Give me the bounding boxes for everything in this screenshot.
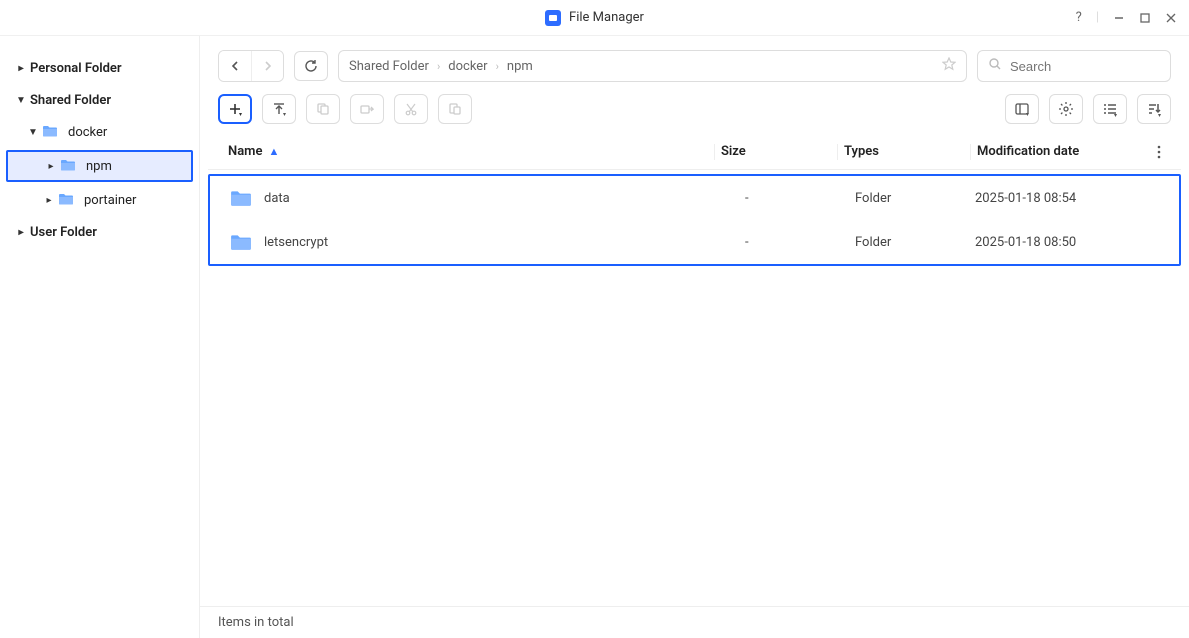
- favorite-star-icon[interactable]: [942, 57, 956, 75]
- panel-toggle-button[interactable]: [1005, 94, 1039, 124]
- toolbar-nav-row: Shared Folder › docker › npm: [200, 36, 1189, 90]
- status-text: Items in total: [218, 615, 294, 630]
- statusbar: Items in total: [200, 606, 1189, 638]
- chevron-right-icon[interactable]: ▸: [12, 63, 30, 74]
- sidebar-item-user-folder[interactable]: ▸User Folder: [0, 216, 199, 248]
- chevron-down-icon[interactable]: ▼: [24, 127, 42, 138]
- file-date: 2025-01-18 08:50: [975, 235, 1145, 250]
- divider: [970, 144, 971, 160]
- sidebar-item-personal-folder[interactable]: ▸Personal Folder: [0, 52, 199, 84]
- content-area: Shared Folder › docker › npm: [200, 36, 1189, 638]
- divider: [837, 144, 838, 160]
- file-type: Folder: [855, 235, 975, 250]
- column-menu-button[interactable]: [1147, 145, 1171, 159]
- divider: |: [1096, 10, 1099, 25]
- nav-back-button[interactable]: [219, 51, 251, 81]
- sidebar-item-label: Shared Folder: [30, 93, 111, 108]
- search-input[interactable]: [1010, 59, 1160, 74]
- cut-button[interactable]: [394, 94, 428, 124]
- search-icon: [988, 57, 1002, 75]
- maximize-button[interactable]: [1139, 12, 1151, 24]
- file-size: -: [745, 235, 855, 250]
- breadcrumb-segment[interactable]: docker: [448, 59, 487, 74]
- titlebar: File Manager ? |: [0, 0, 1189, 36]
- table-row[interactable]: letsencrypt -Folder2025-01-18 08:50: [210, 220, 1179, 264]
- sort-button[interactable]: [1137, 94, 1171, 124]
- settings-button[interactable]: [1049, 94, 1083, 124]
- refresh-button[interactable]: [294, 51, 328, 81]
- chevron-right-icon[interactable]: ▸: [42, 161, 60, 172]
- chevron-right-icon: ›: [437, 60, 440, 73]
- chevron-down-icon[interactable]: ▼: [12, 95, 30, 106]
- nav-back-forward: [218, 50, 284, 82]
- toolbar-actions-row: [200, 90, 1189, 134]
- copy-button[interactable]: [306, 94, 340, 124]
- sidebar-item-label: npm: [86, 159, 112, 174]
- file-table: Name ▲ Size Types Modification date data…: [200, 134, 1189, 606]
- file-name: letsencrypt: [264, 235, 328, 250]
- upload-button[interactable]: [262, 94, 296, 124]
- create-button[interactable]: [218, 94, 252, 124]
- close-button[interactable]: [1165, 12, 1177, 24]
- divider: [714, 144, 715, 160]
- table-header: Name ▲ Size Types Modification date: [208, 134, 1181, 170]
- table-row[interactable]: data -Folder2025-01-18 08:54: [210, 176, 1179, 220]
- col-header-size[interactable]: Size: [721, 144, 831, 159]
- sidebar-item-shared-folder[interactable]: ▼Shared Folder: [0, 84, 199, 116]
- chevron-right-icon[interactable]: ▸: [40, 195, 58, 206]
- file-size: -: [745, 191, 855, 206]
- col-header-date[interactable]: Modification date: [977, 144, 1147, 159]
- app-title: File Manager: [545, 10, 644, 26]
- col-header-types[interactable]: Types: [844, 144, 964, 159]
- sidebar-item-portainer[interactable]: ▸ portainer: [0, 184, 199, 216]
- breadcrumb: Shared Folder › docker › npm: [338, 50, 967, 82]
- search-box[interactable]: [977, 50, 1171, 82]
- folder-icon: [58, 193, 76, 207]
- folder-icon: [230, 189, 252, 207]
- col-header-name[interactable]: Name ▲: [218, 144, 708, 159]
- help-button[interactable]: ?: [1076, 10, 1082, 25]
- col-header-name-label: Name: [228, 144, 262, 159]
- sidebar: ▸Personal Folder▼Shared Folder▼docker▸np…: [0, 36, 200, 638]
- breadcrumb-segment[interactable]: Shared Folder: [349, 59, 429, 74]
- nav-forward-button[interactable]: [251, 51, 283, 81]
- sort-asc-icon: ▲: [268, 145, 279, 158]
- file-name: data: [264, 191, 290, 206]
- app-title-label: File Manager: [569, 10, 644, 25]
- chevron-right-icon: ›: [496, 60, 499, 73]
- sidebar-item-label: Personal Folder: [30, 61, 122, 76]
- folder-icon: [60, 159, 78, 173]
- file-date: 2025-01-18 08:54: [975, 191, 1145, 206]
- move-button[interactable]: [350, 94, 384, 124]
- table-body: data-Folder2025-01-18 08:54letsencrypt-F…: [208, 174, 1181, 266]
- view-list-button[interactable]: [1093, 94, 1127, 124]
- sidebar-item-label: User Folder: [30, 225, 97, 240]
- minimize-button[interactable]: [1113, 12, 1125, 24]
- sidebar-item-label: portainer: [84, 193, 136, 208]
- folder-icon: [230, 233, 252, 251]
- sidebar-item-label: docker: [68, 125, 107, 140]
- paste-button[interactable]: [438, 94, 472, 124]
- breadcrumb-segment[interactable]: npm: [507, 59, 533, 74]
- chevron-right-icon[interactable]: ▸: [12, 227, 30, 238]
- file-type: Folder: [855, 191, 975, 206]
- sidebar-item-docker[interactable]: ▼ docker: [0, 116, 199, 148]
- folder-icon: [42, 125, 60, 139]
- sidebar-item-npm[interactable]: ▸ npm: [6, 150, 193, 182]
- app-icon: [545, 10, 561, 26]
